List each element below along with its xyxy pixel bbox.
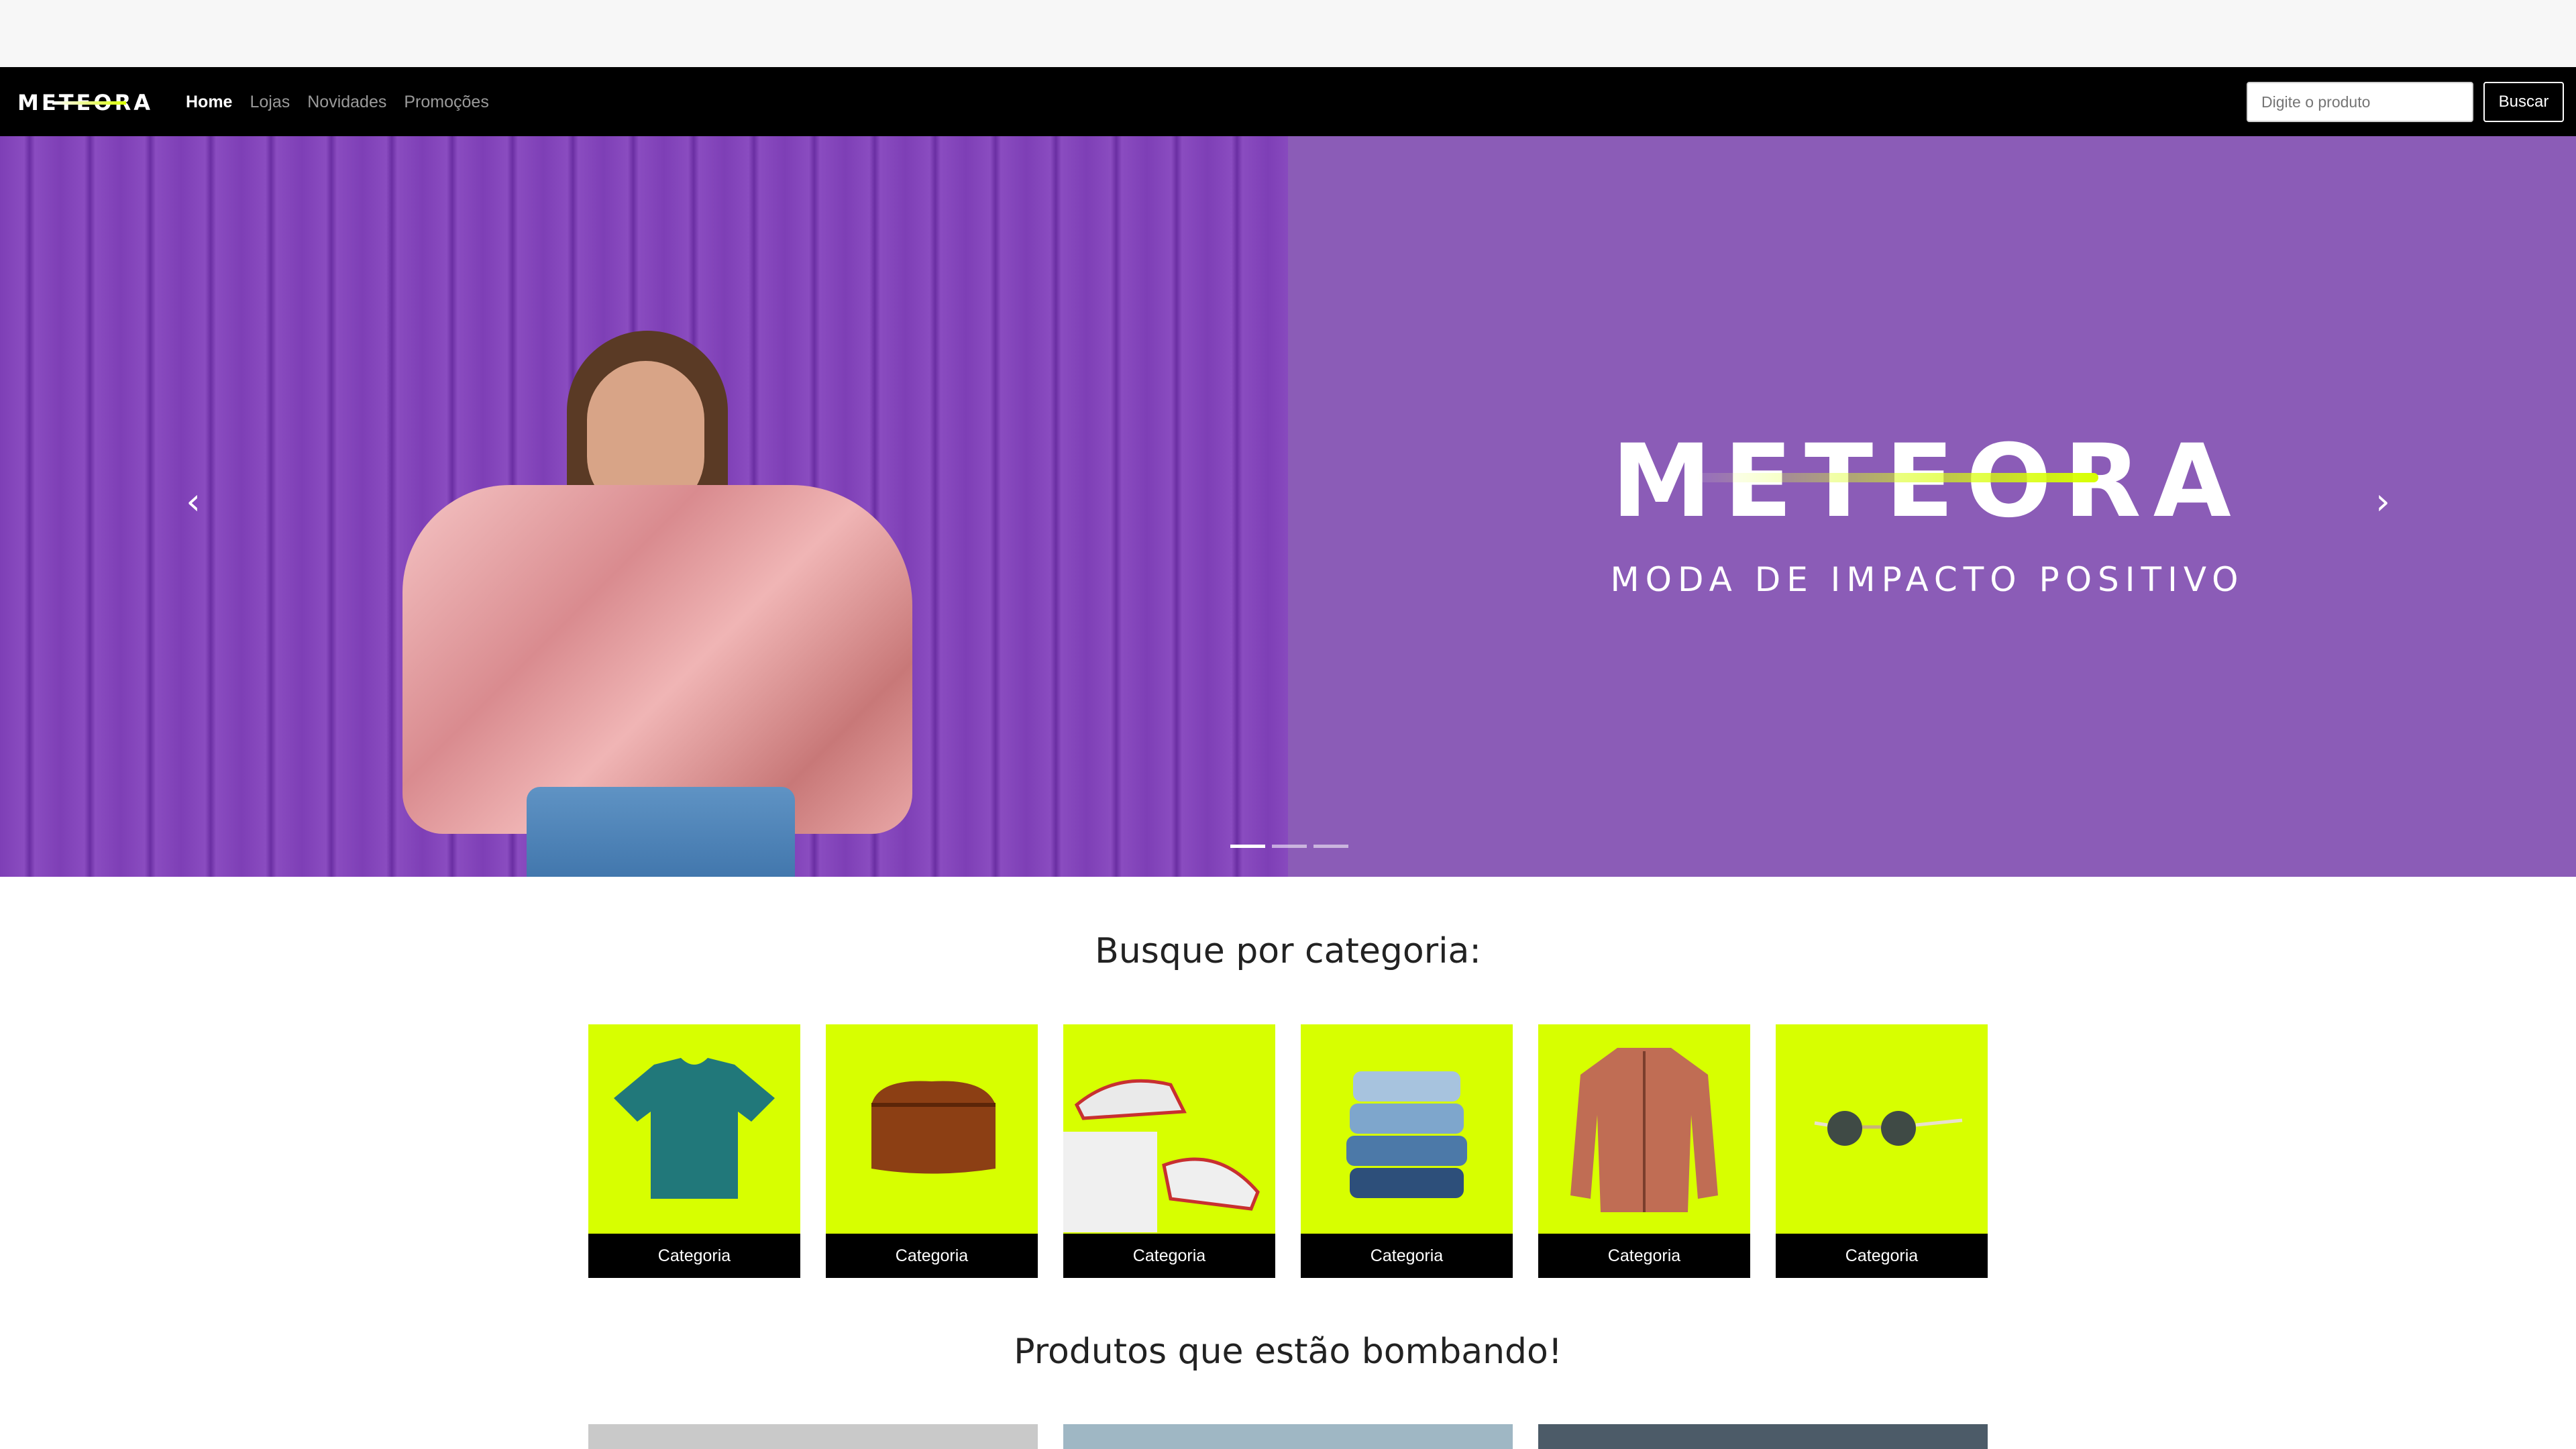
model-jeans (527, 787, 795, 877)
sneakers-icon (1063, 1024, 1275, 1232)
hero-carousel: METEORA MODA DE IMPACTO POSITIVO ‹ › (0, 136, 2576, 877)
nav-link-promocoes[interactable]: Promoções (404, 93, 488, 112)
category-card-3[interactable]: Categoria (1063, 1024, 1275, 1278)
product-grid (588, 1424, 1988, 1449)
category-card-1[interactable]: Categoria (588, 1024, 800, 1278)
jeans-icon (1301, 1024, 1513, 1232)
hero-logo: METEORA MODA DE IMPACTO POSITIVO (1575, 431, 2279, 599)
product-card-2[interactable] (1063, 1424, 1513, 1449)
bag-icon (826, 1024, 1038, 1232)
carousel-indicator-3[interactable] (1313, 845, 1348, 848)
navbar: METEORA Home Lojas Novidades Promoções (0, 67, 2576, 136)
category-card-5[interactable]: Categoria (1538, 1024, 1750, 1278)
carousel-indicator-2[interactable] (1272, 845, 1307, 848)
category-label: Categoria (588, 1234, 800, 1278)
category-card-4[interactable]: Categoria (1301, 1024, 1513, 1278)
category-label: Categoria (1776, 1234, 1988, 1278)
category-label: Categoria (1301, 1234, 1513, 1278)
categories-title: Busque por categoria: (1095, 931, 1481, 971)
model-jacket (402, 485, 912, 834)
chevron-right-icon[interactable]: › (2363, 482, 2403, 522)
category-label: Categoria (1063, 1234, 1275, 1278)
nav-link-lojas[interactable]: Lojas (250, 93, 290, 112)
hero-title-bar (1696, 473, 2098, 482)
category-card-6[interactable]: Categoria (1776, 1024, 1988, 1278)
category-card-2[interactable]: Categoria (826, 1024, 1038, 1278)
category-grid: Categoria Categoria Categoria Categoria … (588, 1024, 1988, 1278)
browser-top-bar (0, 0, 2576, 67)
nav-links: Home Lojas Novidades Promoções (186, 93, 489, 112)
brand-logo[interactable]: METEORA (17, 90, 153, 115)
nav-link-home[interactable]: Home (186, 93, 232, 112)
model-figure (402, 197, 912, 877)
carousel-indicator-1[interactable] (1230, 845, 1265, 848)
jacket-icon (1538, 1024, 1750, 1232)
chevron-left-icon[interactable]: ‹ (173, 482, 213, 522)
sunglasses-icon (1776, 1024, 1988, 1232)
product-card-1[interactable] (588, 1424, 1038, 1449)
tshirt-icon (588, 1024, 800, 1232)
category-label: Categoria (826, 1234, 1038, 1278)
carousel-indicators (1230, 845, 1348, 848)
products-title: Produtos que estão bombando! (1014, 1332, 1562, 1372)
hero-subtitle: MODA DE IMPACTO POSITIVO (1610, 560, 2245, 599)
nav-link-novidades[interactable]: Novidades (307, 93, 386, 112)
product-card-3[interactable] (1538, 1424, 1988, 1449)
search-button[interactable]: Buscar (2483, 82, 2564, 122)
category-label: Categoria (1538, 1234, 1750, 1278)
brand-logo-bar (52, 101, 126, 105)
search-input[interactable] (2247, 82, 2473, 122)
